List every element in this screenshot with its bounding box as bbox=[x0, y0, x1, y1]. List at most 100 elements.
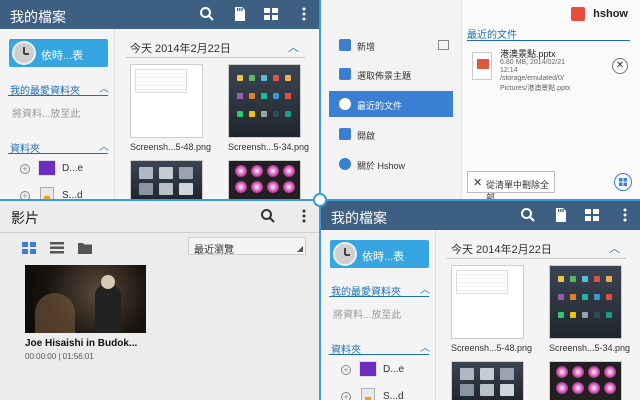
more-icon[interactable] bbox=[617, 207, 633, 223]
folder-item-sdcard[interactable]: + S...d bbox=[18, 187, 113, 199]
folder-item-device[interactable]: + D...e bbox=[18, 160, 113, 178]
recent-files-button[interactable]: 依時...表 bbox=[9, 39, 108, 67]
file-caption: Screensh...5-48.png bbox=[130, 142, 212, 152]
video-title[interactable]: Joe Hisaishi in Budok... bbox=[25, 338, 137, 349]
file-meta: 6.80 MB, 2014/02/21 bbox=[500, 59, 565, 66]
more-icon[interactable] bbox=[296, 6, 312, 22]
close-icon[interactable]: ✕ bbox=[612, 58, 628, 74]
clock-icon bbox=[333, 242, 357, 266]
divider bbox=[8, 153, 108, 154]
recent-files-label: 依時...表 bbox=[41, 50, 84, 62]
divider bbox=[329, 296, 429, 297]
sort-value: 最近瀏覽 bbox=[194, 245, 234, 256]
expand-icon[interactable]: + bbox=[341, 365, 351, 375]
hshow-pane: 新增 選取佈景主題 最近的文件 開啟 關於 Hshow hshow 最近的文件 … bbox=[321, 0, 640, 199]
folder-icon[interactable] bbox=[78, 242, 92, 254]
sd-card-icon[interactable] bbox=[231, 6, 247, 22]
menu-item-label: 關於 Hshow bbox=[357, 161, 406, 171]
device-thumbnail bbox=[359, 361, 377, 377]
file-thumbnail[interactable] bbox=[549, 361, 622, 400]
menu-item-label: 選取佈景主題 bbox=[357, 71, 412, 81]
more-icon[interactable] bbox=[296, 208, 312, 224]
file-path: Pictures/港澳景點.pptx bbox=[500, 85, 571, 92]
expand-icon[interactable]: + bbox=[341, 392, 351, 400]
sidebar: 依時...表 我的最愛資料夾 ︿ 將資料...放至此 資料夾 ︿ + D...e… bbox=[321, 230, 436, 400]
recent-files-button[interactable]: 依時...表 bbox=[330, 240, 429, 268]
favorites-placeholder: 將資料...放至此 bbox=[12, 109, 81, 120]
device-thumbnail bbox=[38, 160, 56, 176]
menu-item-theme[interactable]: 選取佈景主題 bbox=[329, 61, 453, 87]
recent-files-label: 依時...表 bbox=[362, 251, 405, 263]
clock-icon bbox=[12, 41, 36, 65]
file-thumbnail[interactable] bbox=[228, 160, 301, 199]
file-path: /storage/emulated/0/ bbox=[500, 75, 564, 82]
folder-item-label: D...e bbox=[62, 163, 84, 174]
folder-item-device[interactable]: + D...e bbox=[339, 361, 434, 379]
menu-item-about[interactable]: 關於 Hshow bbox=[329, 151, 453, 177]
expand-icon[interactable]: + bbox=[20, 164, 30, 174]
favorites-placeholder: 將資料...放至此 bbox=[333, 310, 402, 321]
sd-card-icon bbox=[40, 187, 54, 199]
hshow-logo-icon bbox=[571, 7, 585, 21]
menu-item-label: 開啟 bbox=[357, 131, 376, 141]
list-view-icon[interactable] bbox=[50, 242, 64, 254]
info-icon bbox=[339, 158, 351, 170]
divider bbox=[447, 258, 626, 259]
app-title: 影片 bbox=[11, 210, 39, 226]
menu-item-open[interactable]: 開啟 bbox=[329, 121, 453, 147]
clear-all-label: 從清單中刪除全部 bbox=[486, 180, 550, 199]
search-icon[interactable] bbox=[520, 207, 536, 223]
brand-name: hshow bbox=[593, 8, 628, 20]
file-grid: 今天 2014年2月22日 ︿ Screensh...5-48.png Scre… bbox=[116, 29, 319, 199]
app-header: 我的檔案 bbox=[321, 201, 640, 230]
divider bbox=[8, 95, 108, 96]
file-caption: Screensh...5-48.png bbox=[451, 343, 533, 353]
search-icon[interactable] bbox=[199, 6, 215, 22]
split-handle[interactable] bbox=[313, 193, 327, 207]
grid-view-icon[interactable] bbox=[584, 207, 600, 223]
file-grid: 今天 2014年2月22日 ︿ Screensh...5-48.png Scre… bbox=[437, 230, 640, 400]
sidebar: 依時...表 我的最愛資料夾 ︿ 將資料...放至此 資料夾 ︿ + D...e… bbox=[0, 29, 115, 199]
grid-view-icon[interactable] bbox=[614, 173, 632, 191]
chevron-up-icon[interactable]: ︿ bbox=[420, 339, 430, 354]
folder-item-label: D...e bbox=[383, 364, 405, 375]
grid-view-icon[interactable] bbox=[22, 242, 36, 254]
grid-view-icon[interactable] bbox=[263, 6, 279, 22]
chevron-up-icon[interactable]: ︿ bbox=[99, 138, 109, 153]
chevron-up-icon[interactable]: ︿ bbox=[288, 39, 299, 55]
chevron-up-icon[interactable]: ︿ bbox=[99, 80, 109, 95]
video-frame-bg bbox=[35, 293, 75, 333]
app-title: 我的檔案 bbox=[331, 210, 387, 226]
video-thumbnail[interactable] bbox=[25, 265, 146, 333]
app-title: 我的檔案 bbox=[10, 9, 66, 25]
clear-all-button[interactable]: ✕ 從清單中刪除全部 bbox=[467, 171, 555, 199]
folder-item-label: S...d bbox=[383, 391, 404, 400]
app-header: 我的檔案 bbox=[0, 0, 319, 29]
sd-card-icon[interactable] bbox=[552, 207, 568, 223]
file-thumbnail[interactable] bbox=[451, 361, 524, 400]
chevron-up-icon[interactable]: ︿ bbox=[609, 240, 620, 256]
date-heading: 今天 2014年2月22日 bbox=[451, 244, 552, 256]
recent-documents-heading: 最近的文件 bbox=[467, 30, 517, 41]
folder-item-sdcard[interactable]: + S...d bbox=[339, 388, 434, 400]
menu-item-recent[interactable]: 最近的文件 bbox=[329, 91, 453, 117]
divider bbox=[126, 57, 305, 58]
copy-icon[interactable] bbox=[438, 40, 449, 50]
file-thumbnail[interactable] bbox=[130, 160, 203, 199]
menu-item-label: 最近的文件 bbox=[357, 101, 403, 111]
video-duration: 00:00:00 | 01:56:01 bbox=[25, 352, 94, 361]
sort-dropdown[interactable]: 最近瀏覽 bbox=[188, 237, 306, 256]
file-thumbnail[interactable] bbox=[451, 265, 524, 339]
menu-item-label: 新增 bbox=[357, 42, 376, 52]
video-pane: 影片 最近瀏覽 Joe Hisaishi in Budok... 00:00:0… bbox=[0, 201, 319, 400]
file-thumbnail[interactable] bbox=[130, 64, 203, 138]
expand-icon[interactable]: + bbox=[20, 191, 30, 199]
file-manager-pane: 我的檔案 依時...表 我的最愛資料夾 ︿ 將資料...放至此 資料夾 ︿ + … bbox=[0, 0, 319, 199]
dropdown-arrow-icon bbox=[297, 246, 303, 252]
divider bbox=[329, 354, 429, 355]
menu-item-new[interactable]: 新增 bbox=[329, 32, 453, 58]
file-thumbnail[interactable] bbox=[228, 64, 301, 138]
search-icon[interactable] bbox=[260, 208, 276, 224]
file-thumbnail[interactable] bbox=[549, 265, 622, 339]
chevron-up-icon[interactable]: ︿ bbox=[420, 281, 430, 296]
